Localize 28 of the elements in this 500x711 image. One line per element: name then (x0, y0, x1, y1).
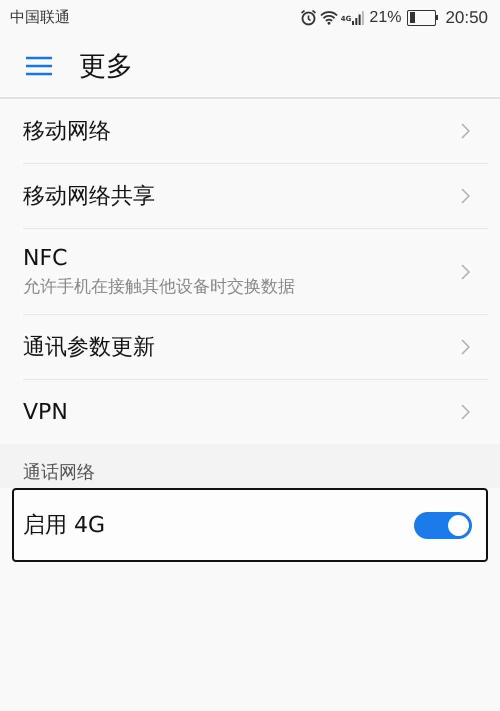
chevron-right-icon (461, 264, 470, 280)
toggle-row[interactable]: 启用 4G (12, 488, 488, 562)
item-title: 通讯参数更新 (23, 334, 155, 362)
carrier-name: 中国联通 (10, 8, 70, 27)
battery-icon (407, 10, 438, 26)
chevron-right-icon (461, 188, 470, 204)
chevron-right-icon (461, 123, 470, 139)
settings-item[interactable]: 移动网络共享 (23, 164, 488, 229)
alarm-icon (300, 9, 317, 26)
signal-icon (352, 10, 364, 24)
item-title: 移动网络共享 (23, 183, 155, 211)
item-subtitle: 允许手机在接触其他设备时交换数据 (23, 276, 295, 298)
chevron-right-icon (461, 339, 470, 355)
chevron-right-icon (461, 404, 470, 420)
toggle-switch[interactable] (414, 512, 472, 538)
battery-percent: 21% (369, 8, 402, 26)
settings-item[interactable]: 移动网络 (23, 99, 488, 164)
settings-item[interactable]: 通讯参数更新 (23, 315, 488, 380)
settings-item[interactable]: NFC 允许手机在接触其他设备时交换数据 (23, 229, 488, 315)
item-title: VPN (23, 400, 68, 424)
settings-item[interactable]: VPN (23, 380, 488, 444)
item-title: NFC (23, 246, 68, 270)
item-title: 移动网络 (23, 118, 111, 146)
wifi-icon (320, 10, 338, 25)
page-title: 更多 (79, 50, 133, 84)
toggle-label: 启用 4G (23, 512, 106, 540)
section-header: 通话网络 (0, 444, 500, 488)
clock-time: 20:50 (445, 8, 488, 28)
